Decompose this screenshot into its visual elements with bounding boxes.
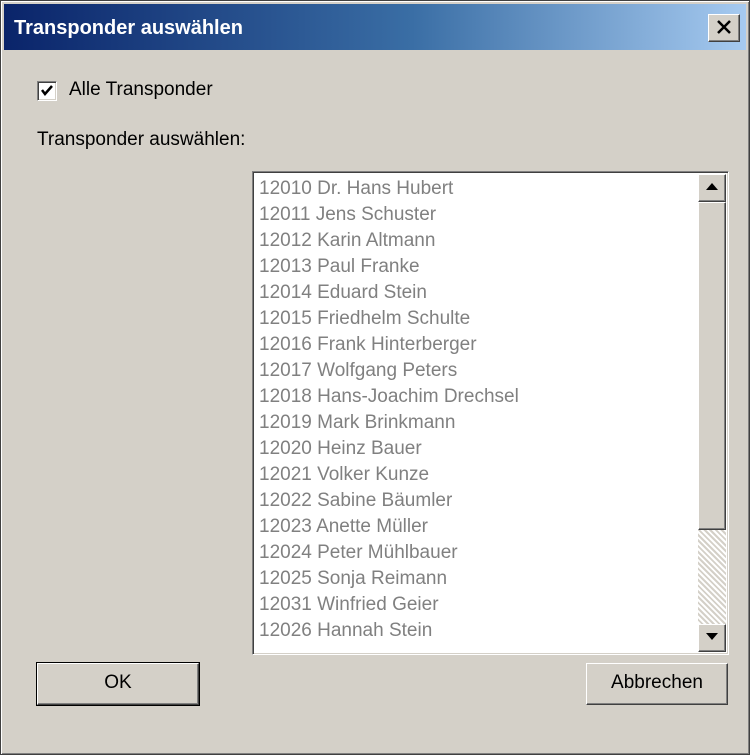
scroll-thumb[interactable]: [698, 202, 726, 530]
close-button[interactable]: [708, 14, 740, 42]
transponder-listbox[interactable]: 12010 Dr. Hans Hubert 12011 Jens Schuster…: [252, 171, 729, 655]
title-bar[interactable]: Transponder auswählen: [4, 4, 746, 50]
ok-button[interactable]: OK: [36, 662, 200, 706]
scroll-up-button[interactable]: [698, 174, 726, 202]
window-title: Transponder auswählen: [14, 17, 243, 39]
list-item[interactable]: 12016 Frank Hinterberger: [259, 332, 696, 358]
list-item[interactable]: 12025 Sonja Reimann: [259, 566, 696, 592]
list-item[interactable]: 12017 Wolfgang Peters: [259, 358, 696, 384]
list-item[interactable]: 12015 Friedhelm Schulte: [259, 306, 696, 332]
list-item[interactable]: 12021 Volker Kunze: [259, 462, 696, 488]
checkmark-icon: [41, 85, 53, 96]
list-item[interactable]: 12020 Heinz Bauer: [259, 436, 696, 462]
transponder-list: 12010 Dr. Hans Hubert 12011 Jens Schuster…: [259, 176, 696, 652]
close-icon: [717, 20, 731, 34]
list-item[interactable]: 12013 Paul Franke: [259, 254, 696, 280]
arrow-down-icon: [706, 633, 718, 640]
all-transponders-label[interactable]: Alle Transponder: [69, 79, 213, 101]
list-item[interactable]: 12031 Winfried Geier: [259, 592, 696, 618]
list-item[interactable]: 12023 Anette Müller: [259, 514, 696, 540]
dialog-window: Transponder auswählen Alle Transponder T…: [0, 0, 750, 755]
select-transponder-label: Transponder auswählen:: [37, 129, 246, 150]
list-item[interactable]: 12010 Dr. Hans Hubert: [259, 176, 696, 202]
list-item[interactable]: 12024 Peter Mühlbauer: [259, 540, 696, 566]
list-item[interactable]: 12022 Sabine Bäumler: [259, 488, 696, 514]
vertical-scrollbar[interactable]: [698, 174, 726, 652]
arrow-up-icon: [706, 183, 718, 190]
list-item[interactable]: 12019 Mark Brinkmann: [259, 410, 696, 436]
list-item[interactable]: 12012 Karin Altmann: [259, 228, 696, 254]
list-item[interactable]: 12011 Jens Schuster: [259, 202, 696, 228]
list-item[interactable]: 12018 Hans-Joachim Drechsel: [259, 384, 696, 410]
all-transponders-checkbox[interactable]: [37, 81, 57, 101]
list-item[interactable]: 12026 Hannah Stein: [259, 618, 696, 644]
list-item[interactable]: 12014 Eduard Stein: [259, 280, 696, 306]
cancel-button[interactable]: Abbrechen: [586, 663, 728, 705]
scroll-down-button[interactable]: [698, 624, 726, 652]
